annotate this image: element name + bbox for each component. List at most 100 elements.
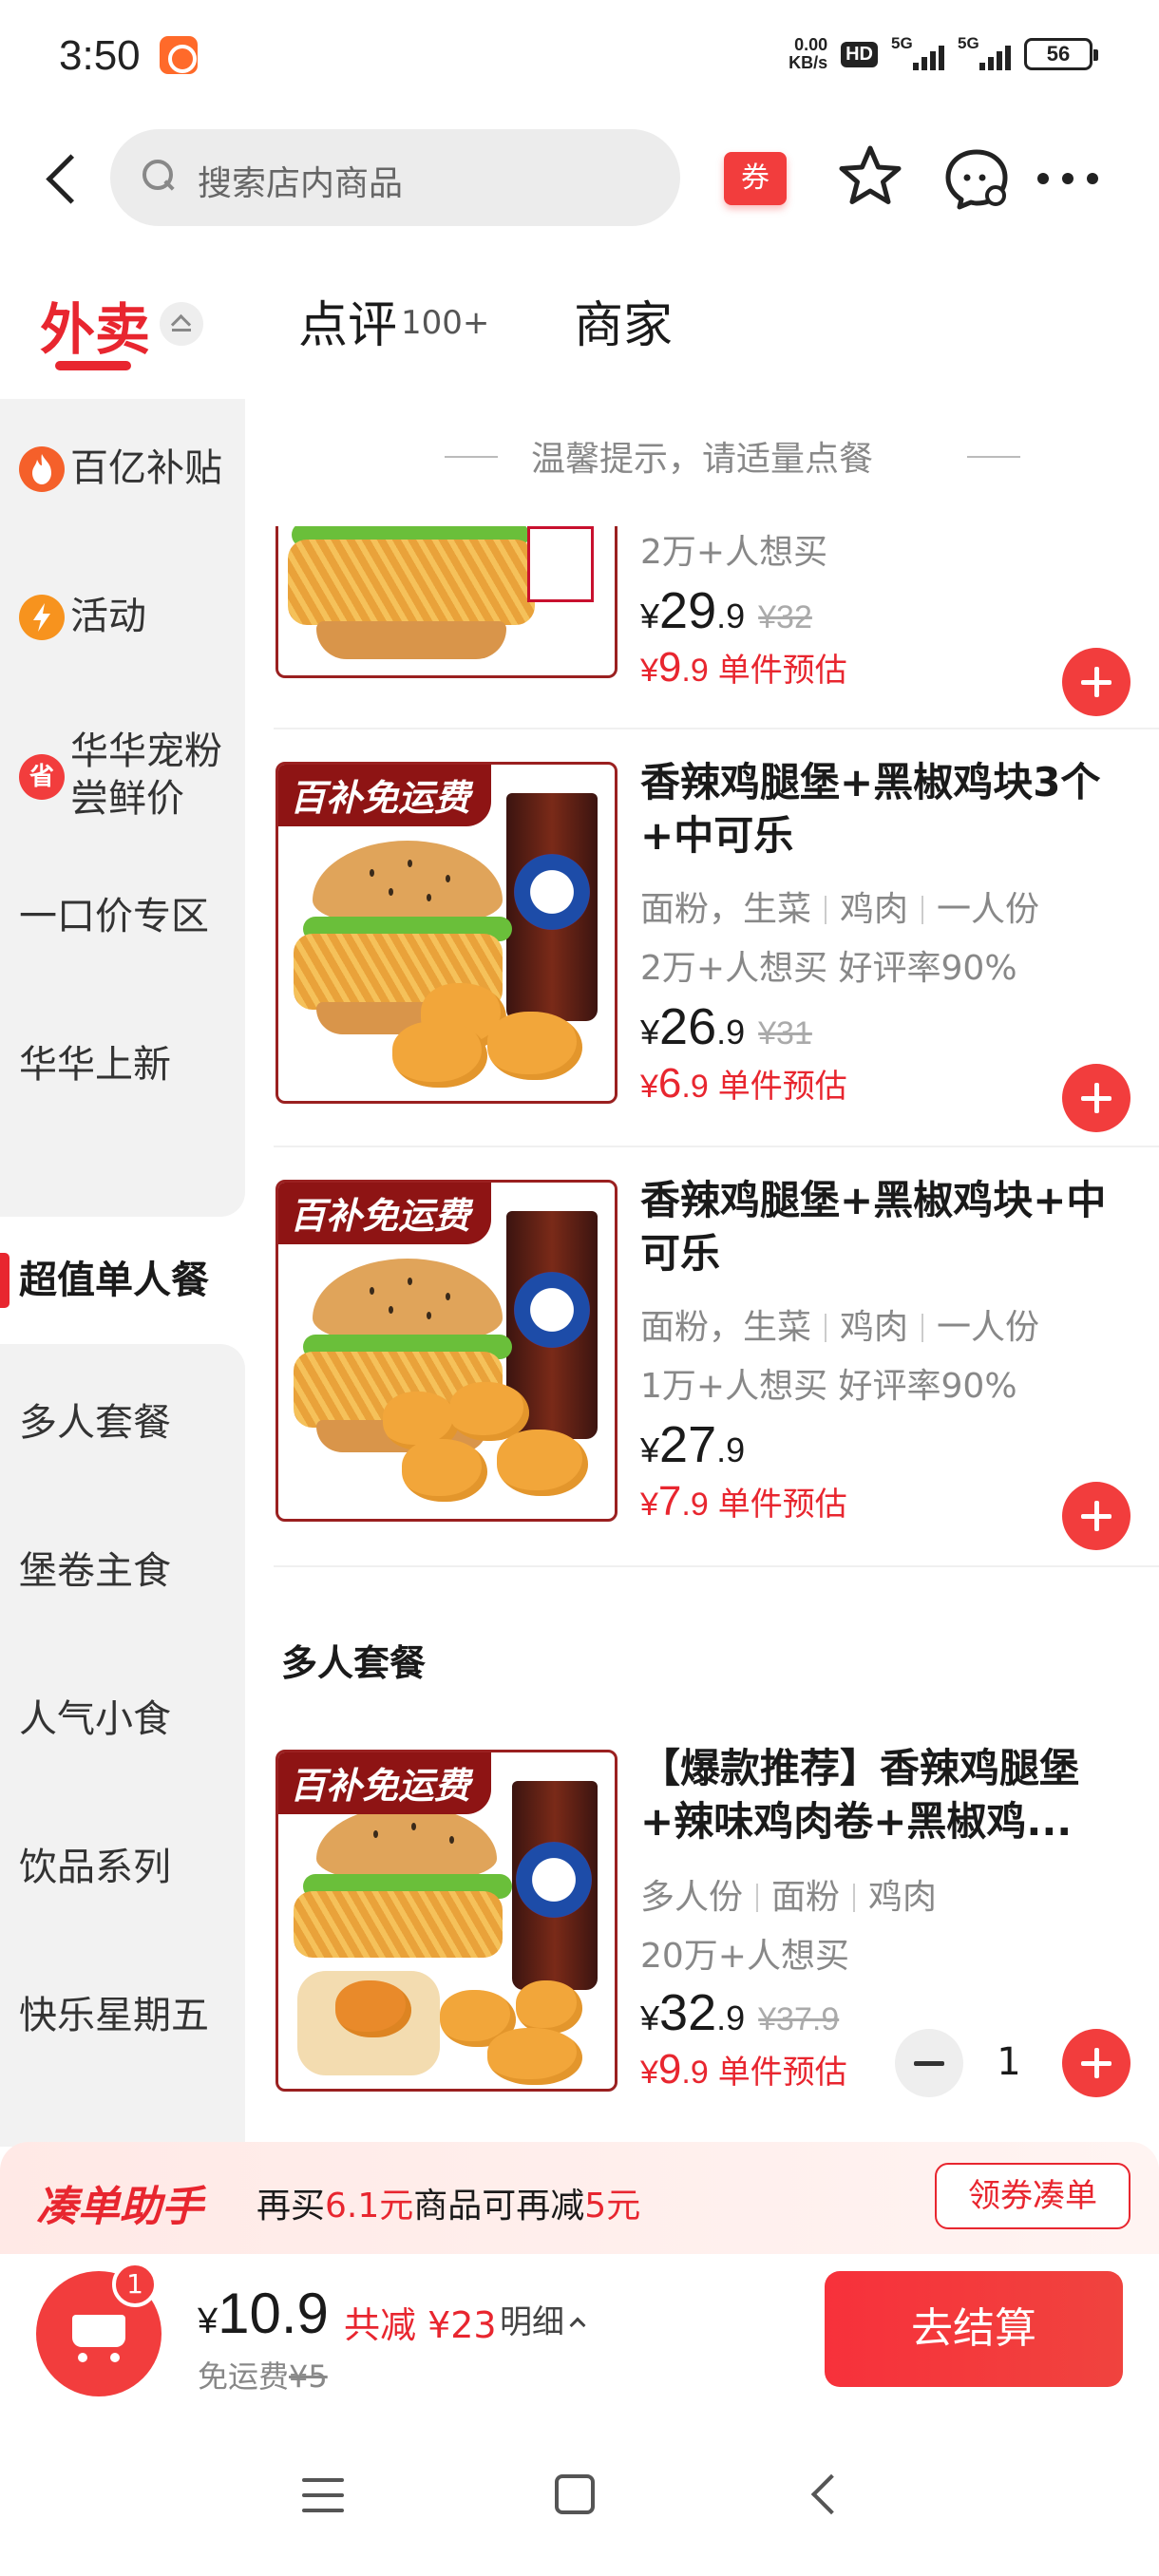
search-input[interactable]: 搜索店内商品 — [198, 156, 403, 205]
helper-brand: 凑单助手 — [36, 2183, 203, 2231]
original-price: ¥32 — [758, 599, 812, 635]
original-price: ¥37.9 — [758, 2001, 840, 2037]
price-detail-toggle[interactable]: 明细 — [500, 2296, 586, 2342]
collapse-icon[interactable] — [160, 302, 203, 346]
add-to-cart-button[interactable] — [1062, 1482, 1130, 1550]
more-icon[interactable] — [1036, 165, 1102, 194]
estimated-price: ¥6.9 单件预估 — [640, 1060, 847, 1107]
sidebar-active-indicator — [0, 1253, 10, 1308]
product-price: ¥27.9 — [640, 1416, 746, 1473]
original-price: ¥31 — [758, 1015, 812, 1051]
tab-active-indicator — [55, 361, 131, 370]
product-price: ¥26.9 ¥31 — [640, 998, 812, 1055]
system-nav-bar — [0, 2406, 1159, 2576]
sidebar-item-fixed-price[interactable]: 一口价专区 — [0, 843, 245, 992]
product-title: 【爆款推荐】香辣鸡腿堡+辣味鸡肉卷+黑椒鸡... — [640, 1745, 1080, 1845]
order-helper-bar: 凑单助手 再买6.1元商品可再减5元 领券凑单 — [0, 2142, 1159, 2254]
product-tags: 多人份 面粉 鸡肉 — [640, 1878, 938, 1917]
product-title: 香辣鸡腿堡+黑椒鸡块+中可乐 — [640, 1177, 1107, 1277]
tab-bar: 外卖 点评 100+ 商家 — [0, 275, 1159, 399]
helper-message: 再买6.1元商品可再减5元 — [256, 2187, 641, 2226]
estimated-price: ¥9.9 单件预估 — [640, 644, 847, 691]
free-shipping-badge: 百补免运费 — [278, 765, 492, 826]
customer-service-icon[interactable] — [942, 146, 1011, 211]
checkout-button[interactable]: 去结算 — [825, 2271, 1123, 2387]
sidebar-item-drinks[interactable]: 饮品系列 — [0, 1815, 245, 1963]
search-icon — [142, 160, 175, 192]
total-discount: 共减 ¥23 — [344, 2304, 497, 2346]
product-price: ¥32.9 ¥37.9 — [640, 1984, 840, 2041]
bolt-icon — [19, 595, 65, 640]
tab-merchant[interactable]: 商家 — [574, 285, 673, 356]
net-speed: 0.00 KB/s — [788, 35, 828, 72]
add-to-cart-button[interactable] — [1062, 2029, 1130, 2097]
sidebar-item-activity[interactable]: 活动 — [0, 547, 245, 695]
product-sales: 20万+人想买 — [640, 1937, 849, 1976]
shipping-fee: 免运费¥5 — [198, 2358, 328, 2395]
battery-icon: 56 — [1024, 38, 1098, 70]
product-image[interactable] — [276, 526, 618, 678]
sidebar-item-new[interactable]: 华华上新 — [0, 992, 245, 1140]
divider — [967, 456, 1020, 458]
favorite-star-icon[interactable] — [836, 142, 904, 211]
save-badge-icon: 省 — [19, 754, 65, 800]
product-title: 香辣鸡腿堡+黑椒鸡块3个+中可乐 — [640, 759, 1101, 859]
back-arrow-icon[interactable] — [34, 144, 91, 211]
free-shipping-badge: 百补免运费 — [278, 1752, 492, 1814]
status-time: 3:50 — [59, 32, 141, 79]
tab-delivery[interactable]: 外卖 — [40, 285, 150, 365]
sidebar-item-friday[interactable]: 快乐星期五 — [0, 1963, 245, 2112]
add-to-cart-button[interactable] — [1062, 648, 1130, 716]
tip-text: 温馨提示，请适量点餐 — [530, 440, 873, 479]
sidebar-notch — [0, 1190, 245, 1217]
header: 搜索店内商品 券 — [0, 123, 1159, 237]
divider — [274, 1146, 1159, 1147]
sidebar-item-single-meal[interactable]: 超值单人餐 — [0, 1217, 245, 1344]
recent-apps-icon[interactable] — [302, 2478, 344, 2512]
product-price: ¥29.9 ¥32 — [640, 582, 812, 639]
food-image — [278, 526, 615, 675]
review-count: 100+ — [401, 304, 490, 342]
decrease-quantity-button[interactable] — [895, 2029, 963, 2097]
section-title-group-meal: 多人套餐 — [281, 1642, 427, 1684]
flame-icon — [19, 446, 65, 492]
tab-review[interactable]: 点评 — [298, 285, 397, 356]
free-shipping-badge: 百补免运费 — [278, 1183, 492, 1244]
divider — [274, 728, 1159, 729]
sidebar-notch — [0, 1344, 245, 1371]
search-box[interactable]: 搜索店内商品 — [110, 129, 680, 226]
sidebar-item-subsidy[interactable]: 百亿补贴 — [0, 399, 245, 547]
coupon-icon[interactable]: 券 — [724, 152, 787, 205]
product-tags: 面粉，生菜 鸡肉 一人份 — [640, 1308, 1040, 1347]
home-icon[interactable] — [555, 2474, 595, 2514]
product-image[interactable]: 百补免运费 — [276, 762, 618, 1104]
status-indicators: 0.00 KB/s HD 5G 5G 56 — [788, 34, 1098, 72]
checkout-bar: 1 ¥10.9 共减 ¥23 明细 免运费¥5 去结算 — [0, 2254, 1159, 2406]
app-notification-icon — [160, 36, 198, 74]
quantity-value: 1 — [997, 2040, 1021, 2084]
sidebar-item-group-meal[interactable]: 多人套餐 — [0, 1371, 245, 1519]
sidebar-item-snacks[interactable]: 人气小食 — [0, 1667, 245, 1815]
signal-icon-2: 5G — [958, 34, 1011, 70]
back-icon[interactable] — [810, 2473, 852, 2515]
sidebar-item-fan-price[interactable]: 省 华华宠粉 尝鲜价 — [0, 695, 245, 843]
signal-icon: 5G — [891, 34, 944, 70]
cart-icon — [65, 2307, 133, 2362]
cart-count-badge: 1 — [112, 2262, 158, 2307]
product-tags: 面粉，生菜 鸡肉 一人份 — [640, 890, 1040, 929]
category-sidebar: 百亿补贴 活动 省 华华宠粉 尝鲜价 一口价专区 华华上新 超值单人餐 多人套餐… — [0, 399, 245, 2147]
product-sales: 2万+人想买 好评率90% — [640, 949, 1017, 988]
get-coupon-button[interactable]: 领券凑单 — [935, 2163, 1130, 2229]
product-sales: 1万+人想买 好评率90% — [640, 1367, 1017, 1406]
estimated-price: ¥9.9 单件预估 — [640, 2046, 847, 2093]
status-bar: 3:50 0.00 KB/s HD 5G 5G 56 — [0, 0, 1159, 114]
estimated-price: ¥7.9 单件预估 — [640, 1478, 847, 1525]
product-image[interactable]: 百补免运费 — [276, 1180, 618, 1522]
add-to-cart-button[interactable] — [1062, 1064, 1130, 1132]
chevron-up-icon — [569, 2317, 586, 2334]
product-image[interactable]: 百补免运费 — [276, 1750, 618, 2092]
total-price: ¥10.9 — [198, 2282, 329, 2345]
product-list: 温馨提示，请适量点餐 2万+人想买 ¥29.9 ¥32 ¥9.9 单件预估 百补… — [245, 399, 1159, 2147]
sidebar-item-burgers[interactable]: 堡卷主食 — [0, 1519, 245, 1667]
divider — [274, 1565, 1159, 1567]
